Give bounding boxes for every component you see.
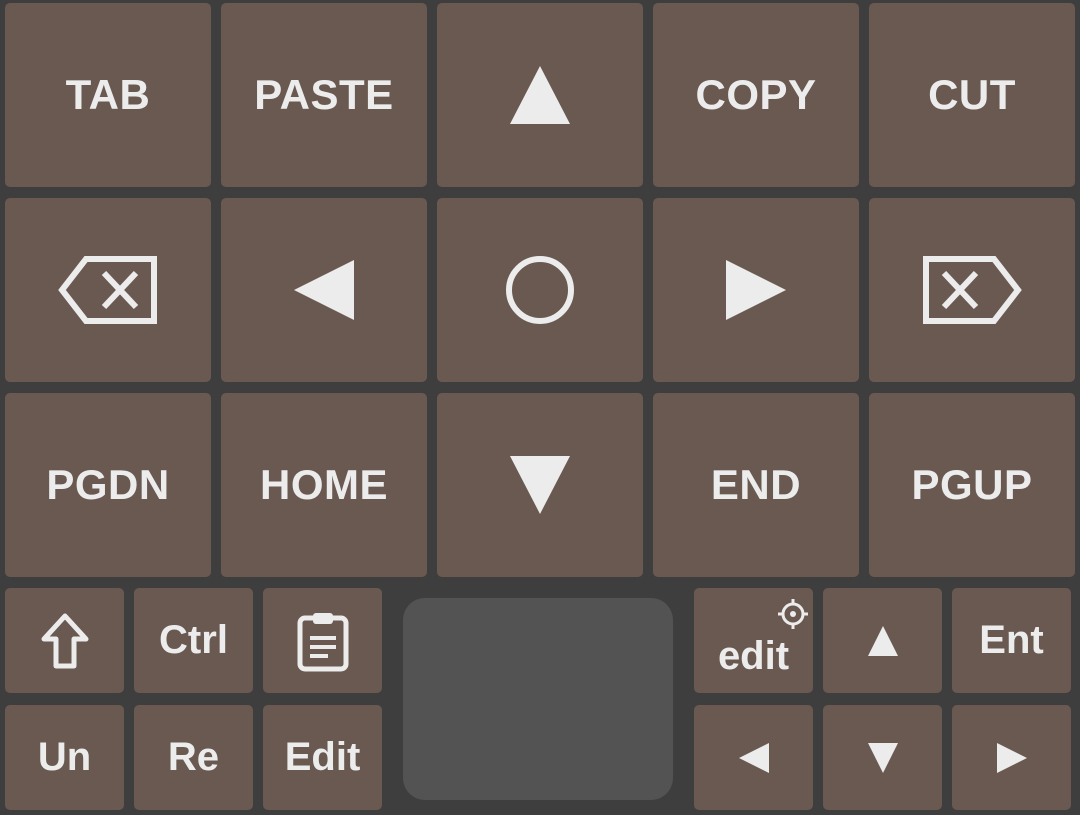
- pgdn-key-label: PGDN: [46, 461, 170, 508]
- small-arrow-left-key[interactable]: [694, 705, 813, 810]
- tab-key-label: TAB: [65, 71, 151, 118]
- left-triangle-icon: [294, 260, 354, 320]
- arrow-down-key[interactable]: [437, 393, 643, 577]
- small-arrow-down-key[interactable]: [823, 705, 942, 810]
- right-triangle-icon: [996, 742, 1027, 773]
- clipboard-icon: [297, 612, 348, 671]
- edit-key-label: Edit: [284, 735, 361, 779]
- arrow-right-key[interactable]: [653, 198, 859, 382]
- enter-key-label: Ent: [979, 618, 1044, 662]
- cut-key[interactable]: CUT: [869, 3, 1075, 187]
- up-triangle-icon: [510, 66, 570, 124]
- left-triangle-icon: [738, 742, 769, 773]
- arrow-up-key[interactable]: [437, 3, 643, 187]
- end-key-label: END: [710, 461, 802, 508]
- small-arrow-right-key[interactable]: [952, 705, 1071, 810]
- copy-key[interactable]: COPY: [653, 3, 859, 187]
- delete-key[interactable]: [869, 198, 1075, 382]
- redo-key[interactable]: Re: [134, 705, 253, 810]
- home-key[interactable]: HOME: [221, 393, 427, 577]
- paste-key[interactable]: PASTE: [221, 3, 427, 187]
- delete-icon: [923, 256, 1022, 324]
- undo-key[interactable]: Un: [5, 705, 124, 810]
- shift-key[interactable]: [5, 588, 124, 693]
- copy-key-label: COPY: [695, 71, 817, 118]
- paste-key-label: PASTE: [254, 71, 394, 118]
- redo-key-label: Re: [167, 735, 220, 779]
- undo-key-label: Un: [37, 735, 92, 779]
- down-triangle-icon: [867, 742, 898, 773]
- trackpad[interactable]: [403, 598, 673, 800]
- backspace-icon: [58, 256, 157, 324]
- small-arrow-up-key[interactable]: [823, 588, 942, 693]
- pgup-key-label: PGUP: [911, 461, 1033, 508]
- pgup-key[interactable]: PGUP: [869, 393, 1075, 577]
- edit-mode-key-label: edit: [717, 634, 790, 678]
- right-triangle-icon: [726, 260, 786, 320]
- arrow-left-key[interactable]: [221, 198, 427, 382]
- pgdn-key[interactable]: PGDN: [5, 393, 211, 577]
- circle-icon: [506, 256, 574, 324]
- cut-key-label: CUT: [928, 71, 1016, 118]
- edit-key[interactable]: Edit: [263, 705, 382, 810]
- up-triangle-icon: [867, 625, 898, 656]
- enter-key[interactable]: Ent: [952, 588, 1071, 693]
- backspace-key[interactable]: [5, 198, 211, 382]
- ctrl-key-label: Ctrl: [159, 618, 228, 662]
- clipboard-key[interactable]: [263, 588, 382, 693]
- edit-mode-key[interactable]: edit: [694, 588, 813, 693]
- shift-arrow-icon: [41, 613, 88, 668]
- extra-keys-keyboard: TAB PASTE COPY CUT PGDN HOME END PGUP Ct…: [0, 0, 1080, 815]
- gear-icon: [778, 599, 808, 629]
- end-key[interactable]: END: [653, 393, 859, 577]
- tab-key[interactable]: TAB: [5, 3, 211, 187]
- center-key[interactable]: [437, 198, 643, 382]
- home-key-label: HOME: [260, 461, 388, 508]
- down-triangle-icon: [510, 456, 570, 514]
- ctrl-key[interactable]: Ctrl: [134, 588, 253, 693]
